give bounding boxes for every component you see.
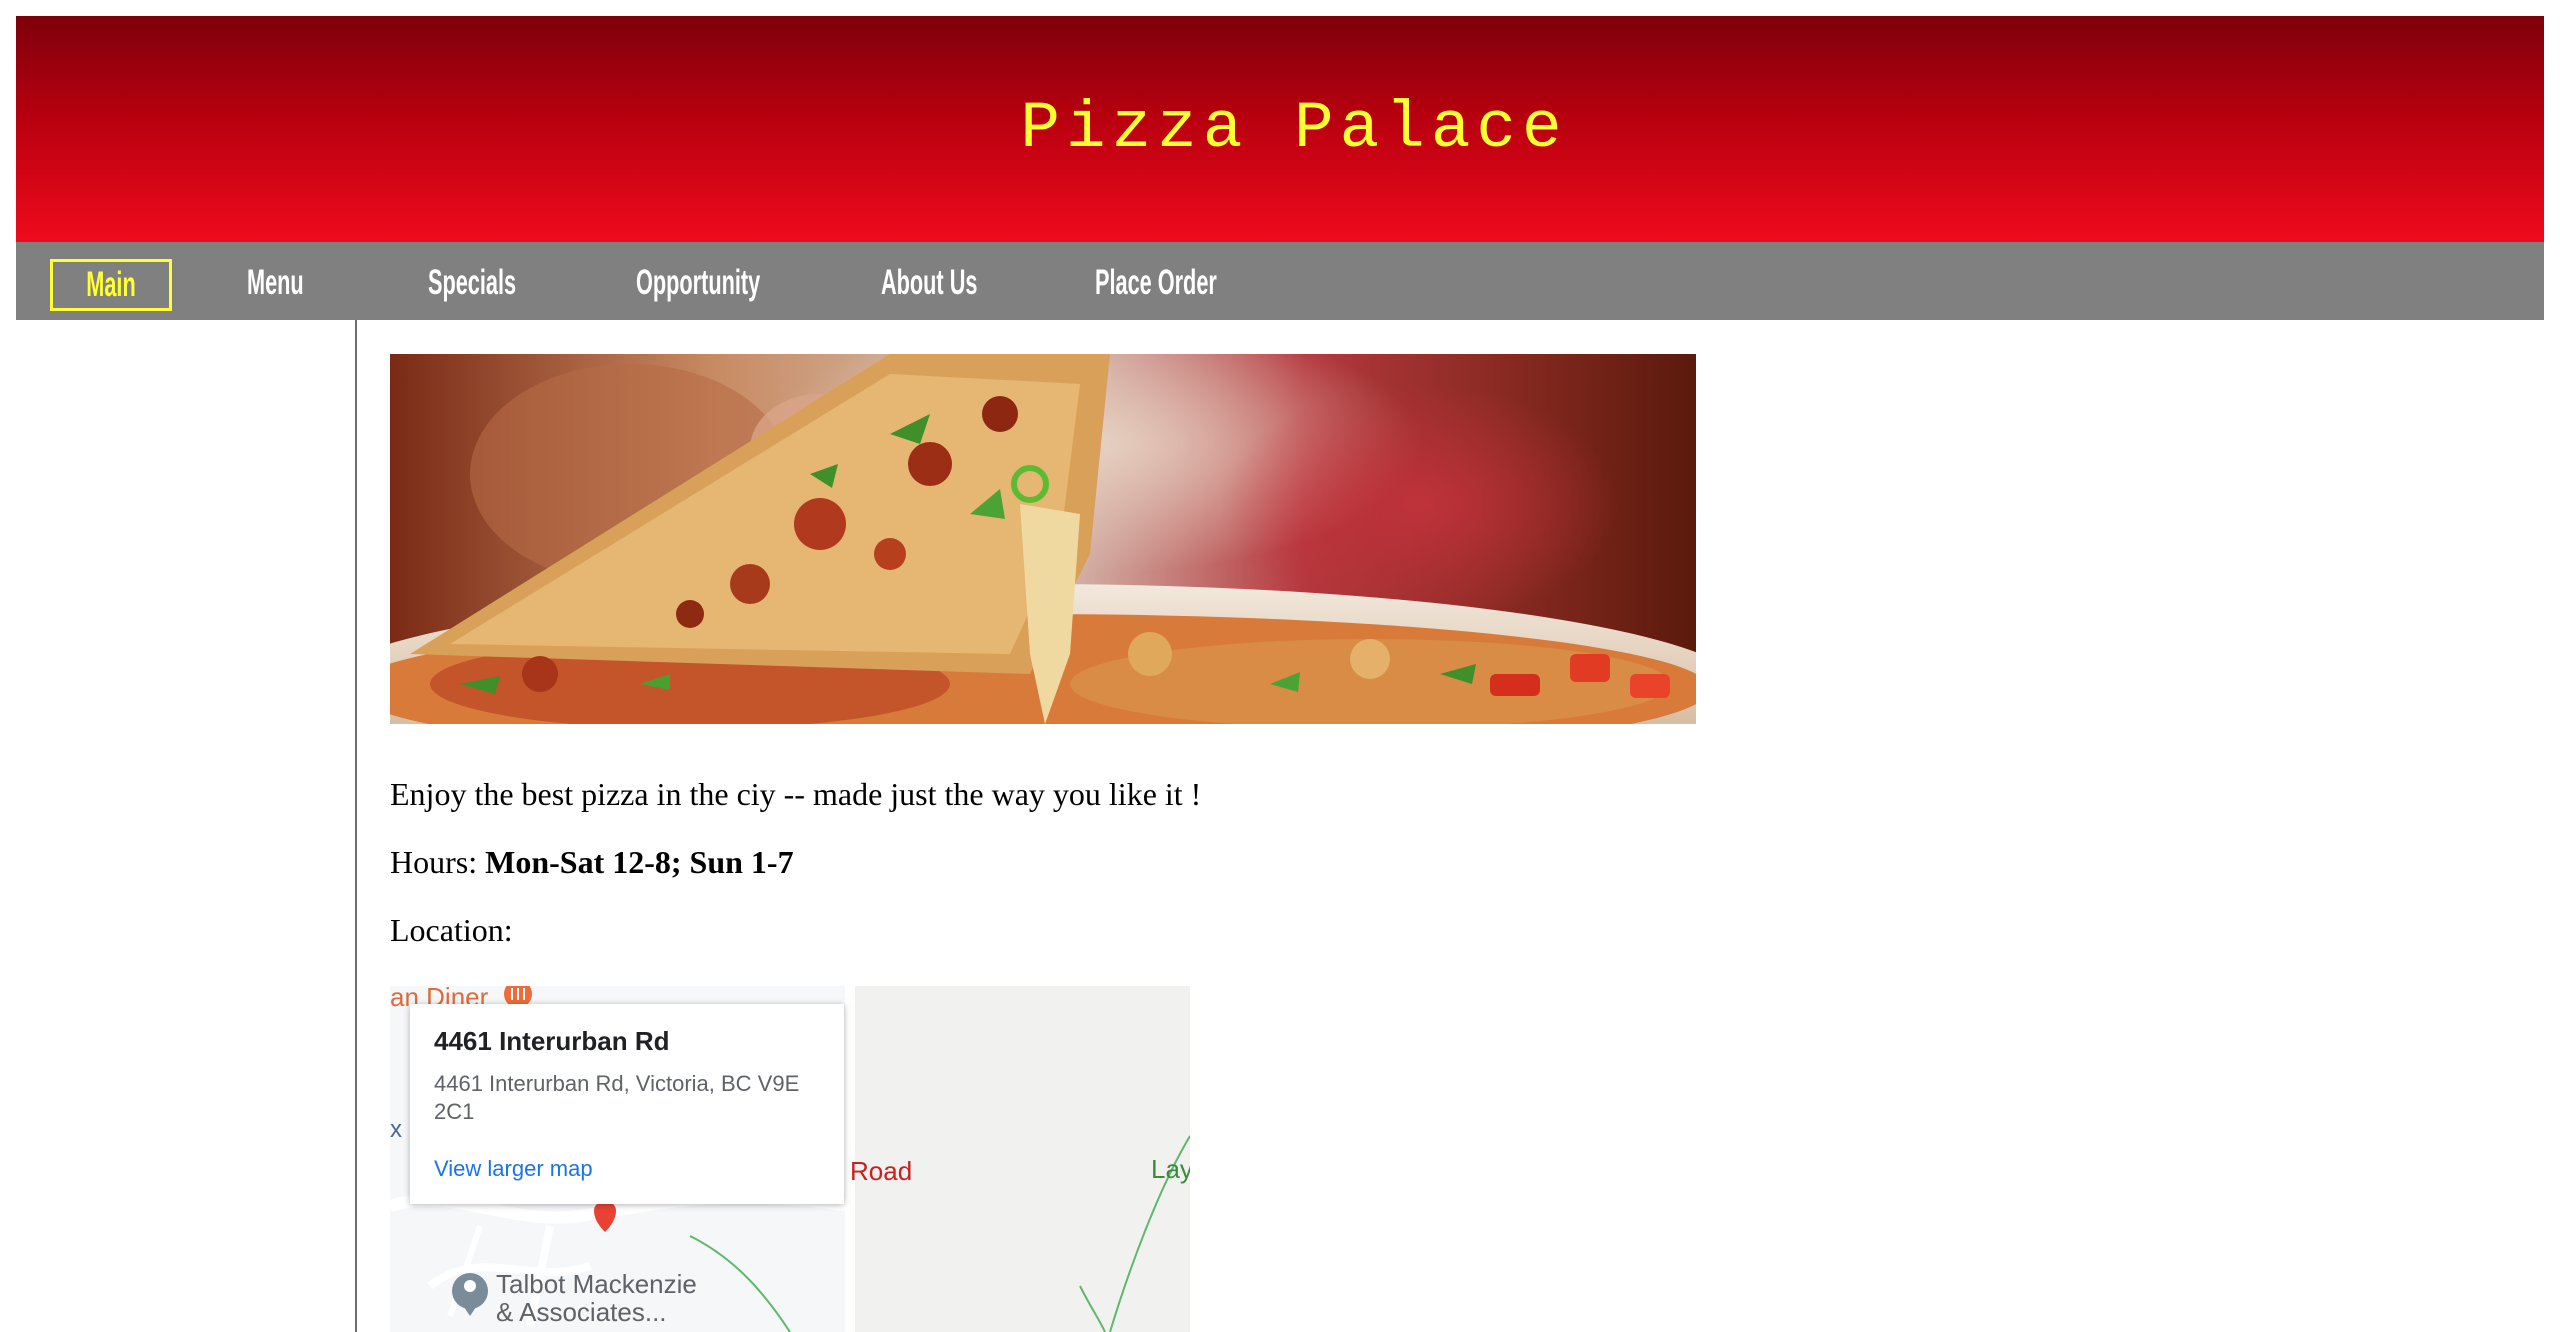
main-navigation: Main Menu Specials Opportunity About Us … [16, 242, 2544, 320]
hours-line: Hours: Mon-Sat 12-8; Sun 1-7 [390, 844, 794, 881]
map-label-road: Road [850, 1156, 913, 1186]
nav-item-main[interactable]: Main [50, 259, 172, 311]
map-label-edge-left: x [390, 1116, 402, 1143]
nav-item-opportunity[interactable]: Opportunity [636, 258, 760, 308]
map-place-address: 4461 Interurban Rd, Victoria, BC V9E 2C1 [434, 1071, 800, 1124]
pizza-hero-image [390, 354, 1696, 724]
nav-item-menu[interactable]: Menu [247, 258, 304, 308]
nav-item-main-label: Main [86, 265, 136, 304]
nav-item-about-us[interactable]: About Us [881, 258, 977, 308]
map-label-business-line1: Talbot Mackenzie [496, 1269, 697, 1299]
hours-label: Hours: [390, 844, 486, 880]
sidebar-divider [355, 320, 357, 1332]
page: Pizza Palace Main Menu Specials Opportun… [16, 16, 2544, 1332]
nav-item-place-order[interactable]: Place Order [1095, 258, 1217, 308]
location-map[interactable]: an Diner x Road Lay 5 min drive · home T… [390, 986, 1190, 1332]
intro-text: Enjoy the best pizza in the ciy -- made … [390, 776, 1202, 812]
view-larger-map-link[interactable]: View larger map [434, 1156, 593, 1182]
nav-item-specials[interactable]: Specials [428, 258, 516, 308]
map-place-title: 4461 Interurban Rd [434, 1026, 670, 1056]
header-banner: Pizza Palace [16, 16, 2544, 242]
hours-value: Mon-Sat 12-8; Sun 1-7 [485, 844, 794, 880]
site-title: Pizza Palace [1020, 91, 1568, 166]
map-label-edge-right: Lay [1151, 1154, 1190, 1184]
location-label: Location: [390, 912, 513, 948]
map-label-business-line2: & Associates... [496, 1297, 667, 1327]
map-info-card: 4461 Interurban Rd 4461 Interurban Rd, V… [410, 1004, 844, 1204]
